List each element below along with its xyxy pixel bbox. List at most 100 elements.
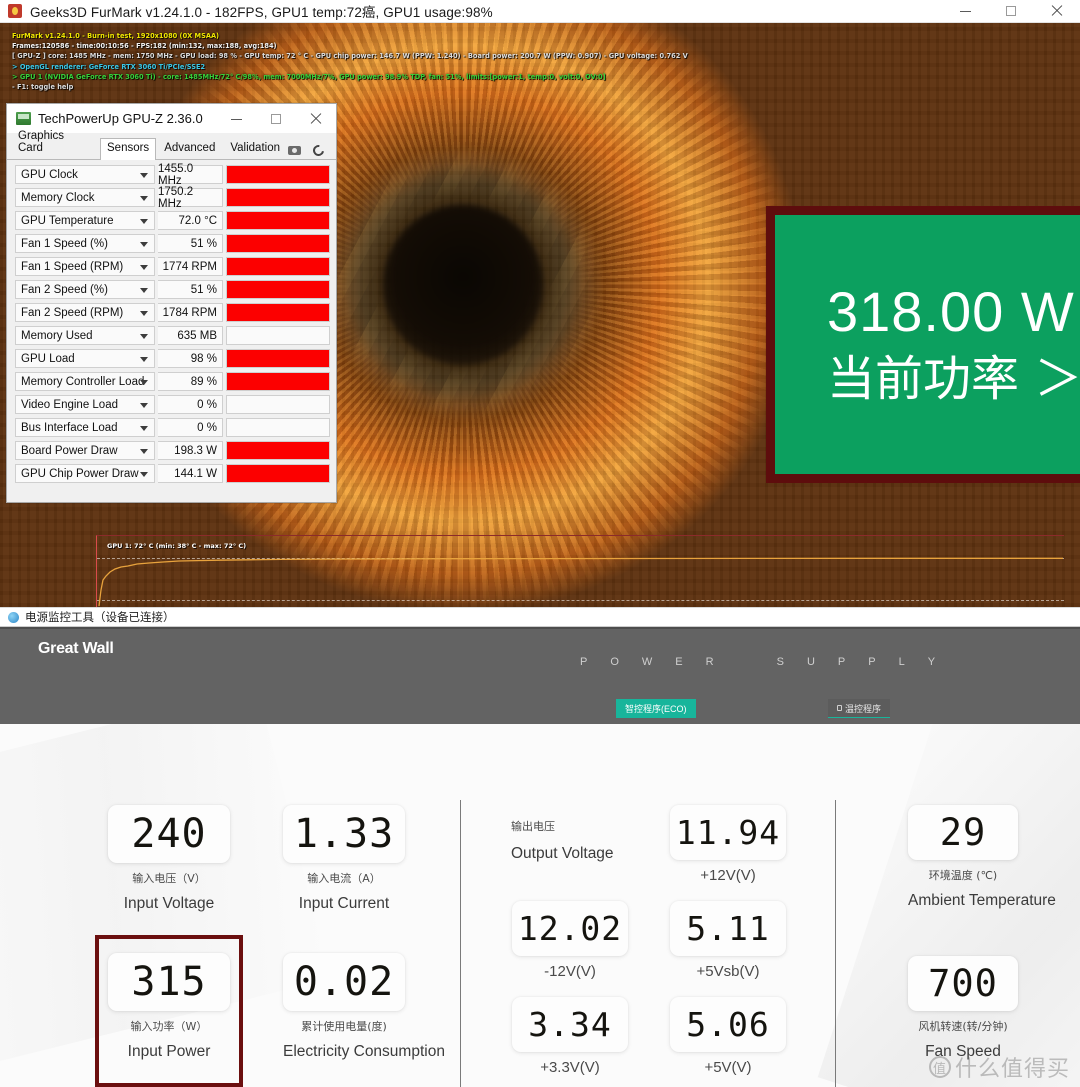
power-monitor-header: Great Wall P O W E R S U P P L Y 智控程序(ECO) 温控程序 [0,627,1080,724]
chevron-down-icon[interactable] [140,471,148,477]
plus5v-unit: +5V(V) [704,1059,752,1076]
gpuz-sensor-list: GPU Clock 1455.0 MHz Memory Clock 1750.2 MH… [7,160,336,485]
sensor-name-label: GPU Chip Power Draw [21,467,139,480]
sensor-bar [226,395,330,414]
sensor-name-label: Memory Clock [21,191,95,204]
furmark-titlebar: Geeks3D FurMark v1.24.1.0 - 182FPS, GPU1… [0,0,1080,23]
sensor-name-dropdown[interactable]: GPU Temperature [15,211,155,230]
power-letter: W [641,656,653,668]
sensor-name-dropdown[interactable]: Video Engine Load [15,395,155,414]
sensor-value: 98 % [158,349,223,368]
fan-speed-label-en: Fan Speed [925,1043,1001,1060]
input-power-label-en: Input Power [127,1043,211,1060]
sensor-row: Board Power Draw 198.3 W [7,439,336,462]
sensor-name-label: Memory Used [21,329,93,342]
eco-program-button[interactable]: 智控程序(ECO) [616,699,696,718]
chevron-down-icon[interactable] [140,448,148,454]
hud-line-gpu1: > GPU 1 (NVIDIA GeForce RTX 3060 Ti) - c… [12,72,606,81]
plus3v3-value: 3.34 [512,997,628,1052]
chevron-down-icon[interactable] [140,402,148,408]
sensor-name-dropdown[interactable]: Board Power Draw [15,441,155,460]
hud-line-help: - F1: toggle help [12,83,74,92]
chevron-down-icon[interactable] [140,356,148,362]
metric-5vsb: 5.11 +5Vsb(V) [670,901,786,980]
sensor-name-label: GPU Clock [21,168,78,181]
sensor-row: Video Engine Load 0 % [7,393,336,416]
metric-input-voltage: 240 输入电压（V） Input Voltage [108,805,230,913]
sensor-row: Memory Controller Load 89 % [7,370,336,393]
electricity-consumption-label-cn: 累计使用电量(度) [301,1020,387,1033]
maximize-button[interactable] [988,0,1034,22]
sensor-row: Memory Clock 1750.2 MHz [7,186,336,210]
chevron-down-icon[interactable] [140,264,148,270]
close-button[interactable] [1034,0,1080,22]
supply-letter: U [806,656,815,668]
sensor-bar [226,280,330,299]
sensor-name-label: Fan 2 Speed (%) [21,283,108,296]
section-divider-left [460,800,461,1087]
chevron-down-icon[interactable] [140,425,148,431]
sensor-name-dropdown[interactable]: GPU Clock [15,165,155,184]
sensor-bar-fill [227,212,329,229]
sensor-name-label: Bus Interface Load [21,421,118,434]
power-monitor-dashboard: 240 输入电压（V） Input Voltage 1.33 输入电流（A） I… [0,724,1080,1087]
sensor-value: 51 % [158,280,223,299]
sensor-row: Fan 1 Speed (RPM) 1774 RPM [7,255,336,278]
sensor-value: 1774 RPM [158,257,223,276]
tab-sensors[interactable]: Sensors [100,138,157,160]
hud-line-version: FurMark v1.24.1.0 - Burn-in test, 1920x1… [12,32,220,40]
metric-12v: 11.94 +12V(V) [670,805,786,884]
sensor-name-dropdown[interactable]: Fan 1 Speed (%) [15,234,155,253]
temperature-program-label: 温控程序 [845,703,882,714]
gpuz-close-button[interactable] [296,104,336,134]
furmark-window-title: Geeks3D FurMark v1.24.1.0 - 182FPS, GPU1… [30,5,493,20]
chevron-down-icon[interactable] [140,310,148,316]
sensor-name-dropdown[interactable]: GPU Chip Power Draw [15,464,155,483]
chevron-down-icon[interactable] [140,379,148,385]
sensor-name-dropdown[interactable]: Memory Clock [15,188,155,207]
gpuz-maximize-button[interactable] [256,104,296,134]
chevron-down-icon[interactable] [140,241,148,247]
tab-advanced[interactable]: Advanced [157,138,222,159]
sensor-name-dropdown[interactable]: Memory Controller Load [15,372,155,391]
sensor-name-dropdown[interactable]: Fan 1 Speed (RPM) [15,257,155,276]
supply-letter: S [776,656,784,668]
gpuz-toolbar [288,142,336,159]
sensor-name-dropdown[interactable]: GPU Load [15,349,155,368]
sensor-bar [226,165,330,184]
sensor-name-dropdown[interactable]: Bus Interface Load [15,418,155,437]
tab-validation[interactable]: Validation [223,138,287,159]
chevron-down-icon[interactable] [140,195,148,201]
sensor-bar [226,326,330,345]
sensor-name-label: Video Engine Load [21,398,118,411]
power-callout-value: 318.00 W [827,280,1075,344]
chevron-down-icon[interactable] [140,287,148,293]
supply-letter: P [837,656,846,668]
sensor-bar-fill [227,304,329,321]
gpuz-minimize-button[interactable] [216,104,256,134]
sensor-value: 72.0 °C [158,211,223,230]
sensor-name-label: Board Power Draw [21,444,118,457]
metric-input-power: 315 输入功率（W） Input Power [108,953,230,1061]
sensor-value: 144.1 W [158,464,223,483]
refresh-icon[interactable] [310,142,327,159]
power-letter: P [580,656,588,668]
sensor-name-label: GPU Load [21,352,75,365]
metric-minus12v: 12.02 -12V(V) [512,901,628,980]
power-tool-icon [8,611,19,623]
sensor-row: GPU Load 98 % [7,347,336,370]
sensor-name-dropdown[interactable]: Fan 2 Speed (RPM) [15,303,155,322]
temperature-program-button[interactable]: 温控程序 [828,699,891,718]
camera-icon[interactable] [288,146,301,155]
sensor-bar [226,257,330,276]
minimize-button[interactable] [942,0,988,22]
chevron-down-icon[interactable] [140,218,148,224]
metric-3v3: 3.34 +3.3V(V) [512,997,628,1076]
tab-graphics-card[interactable]: Graphics Card [11,126,99,159]
gpuz-window[interactable]: TechPowerUp GPU-Z 2.36.0 Graphics Card S… [6,103,337,503]
chevron-down-icon[interactable] [140,172,148,178]
sensor-name-dropdown[interactable]: Fan 2 Speed (%) [15,280,155,299]
chevron-down-icon[interactable] [140,333,148,339]
sensor-row: Memory Used 635 MB [7,324,336,347]
sensor-name-dropdown[interactable]: Memory Used [15,326,155,345]
